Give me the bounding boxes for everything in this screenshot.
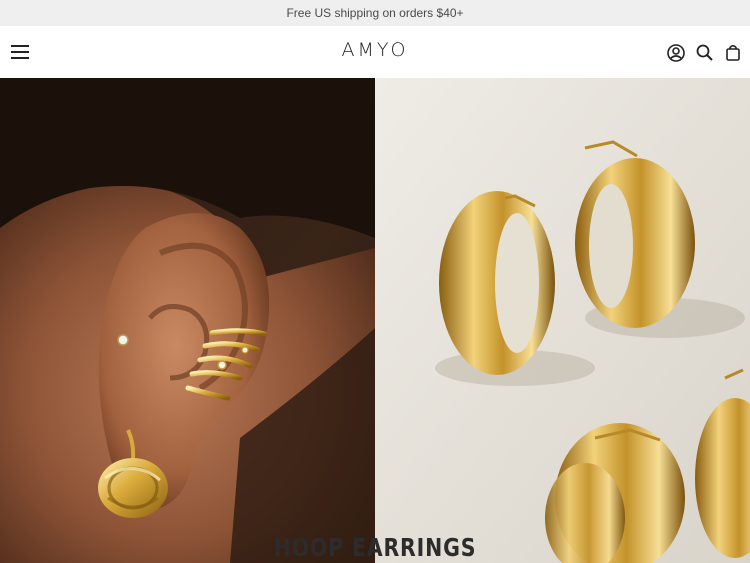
bag-icon[interactable]	[723, 43, 743, 63]
brand-logo[interactable]: AMYO	[0, 39, 750, 61]
hero-banner[interactable]: HOOP EARRINGS	[0, 78, 750, 563]
account-icon[interactable]	[666, 43, 686, 63]
hero-image-ear[interactable]	[0, 78, 375, 563]
site-header: AMYO	[0, 26, 750, 78]
hero-image-hoops[interactable]	[375, 78, 750, 563]
search-icon[interactable]	[695, 43, 715, 63]
announcement-bar: Free US shipping on orders $40+	[0, 0, 750, 26]
hero-title[interactable]: HOOP EARRINGS	[68, 533, 683, 562]
announcement-text: Free US shipping on orders $40+	[286, 6, 464, 20]
